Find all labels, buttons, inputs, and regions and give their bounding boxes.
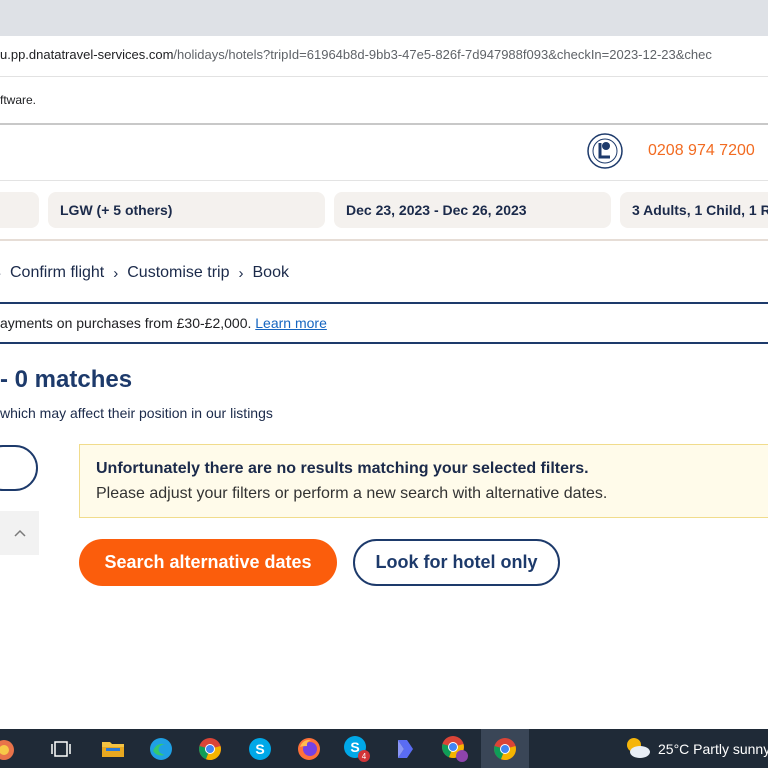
- file-explorer-icon[interactable]: [98, 734, 128, 764]
- info-bar-text: ftware.: [0, 93, 37, 107]
- breadcrumb: › Confirm flight › Customise trip › Book: [0, 264, 289, 282]
- atol-protected-logo: [587, 133, 623, 169]
- task-view-icon[interactable]: [46, 734, 76, 764]
- destination-chip[interactable]: [0, 192, 39, 228]
- firefox-icon[interactable]: [294, 734, 324, 764]
- chrome-active-icon[interactable]: [490, 734, 520, 764]
- breadcrumb-separator: ›: [238, 264, 244, 282]
- chevron-up-icon: [13, 529, 26, 537]
- chrome-profile-icon[interactable]: [440, 734, 470, 764]
- no-results-message: [79, 444, 768, 518]
- url-path: /holidays/hotels?tripId=61964b8d-9bb3-47…: [173, 47, 712, 62]
- svg-text:4: 4: [362, 752, 367, 761]
- learn-more-link[interactable]: Learn more: [255, 315, 327, 331]
- travel-dates-chip[interactable]: Dec 23, 2023 - Dec 26, 2023: [334, 192, 611, 228]
- chrome-icon[interactable]: [195, 734, 225, 764]
- edge-icon[interactable]: [146, 734, 176, 764]
- departure-airports-chip[interactable]: LGW (+ 5 others): [48, 192, 325, 228]
- url-host: u.pp.dnatatravel-services.com: [0, 47, 174, 62]
- skype-notification-icon[interactable]: S4: [342, 734, 372, 764]
- phone-number[interactable]: 0208 974 7200: [648, 142, 755, 160]
- no-results-body: Please adjust your filters or perform a …: [96, 485, 608, 502]
- header-divider: [0, 180, 768, 181]
- skype-icon[interactable]: S: [245, 734, 275, 764]
- url-text[interactable]: u.pp.dnatatravel-services.com/holidays/h…: [0, 47, 712, 62]
- search-alternative-dates-button[interactable]: Search alternative dates: [79, 539, 337, 586]
- svg-text:S: S: [350, 739, 359, 755]
- travellers-chip[interactable]: 3 Adults, 1 Child, 1 Ro: [620, 192, 768, 228]
- promo-text: ayments on purchases from £30-£2,000. Le…: [0, 315, 327, 331]
- breadcrumb-book[interactable]: Book: [253, 264, 289, 282]
- search-highlights-icon[interactable]: [0, 736, 30, 764]
- breadcrumb-customise-trip[interactable]: Customise trip: [127, 264, 229, 282]
- partly-sunny-icon[interactable]: [624, 735, 652, 761]
- breadcrumb-separator: ›: [0, 265, 1, 282]
- promo-message: ayments on purchases from £30-£2,000.: [0, 315, 256, 331]
- no-results-title: Unfortunately there are no results match…: [96, 460, 589, 477]
- breadcrumb-confirm-flight[interactable]: Confirm flight: [10, 264, 104, 282]
- results-subtitle: which may affect their position in our l…: [0, 405, 273, 421]
- search-bar-divider: [0, 239, 768, 241]
- filter-collapse-toggle[interactable]: [0, 511, 39, 555]
- results-count-title: - 0 matches: [0, 366, 133, 393]
- browser-tab-strip: [0, 0, 768, 36]
- filter-button[interactable]: [0, 445, 38, 491]
- power-automate-icon[interactable]: [390, 734, 420, 764]
- breadcrumb-separator: ›: [113, 264, 119, 282]
- svg-text:S: S: [255, 741, 264, 757]
- weather-text[interactable]: 25°C Partly sunny: [658, 741, 768, 757]
- look-for-hotel-only-button[interactable]: Look for hotel only: [353, 539, 560, 586]
- info-bar: [0, 77, 768, 125]
